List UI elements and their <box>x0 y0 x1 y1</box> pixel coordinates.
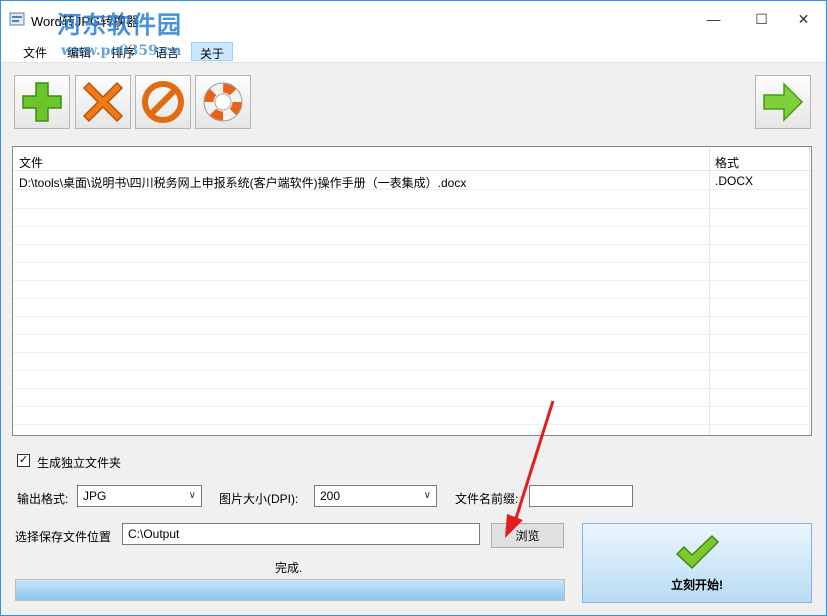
empty-row <box>13 281 811 299</box>
menu-about[interactable]: 关于 <box>191 42 234 61</box>
maximize-icon: ☐ <box>755 10 768 27</box>
table-row[interactable]: D:\tools\桌面\说明书\四川税务网上申报系统(客户端软件)操作手册（一表… <box>13 172 811 190</box>
help-button[interactable] <box>195 75 251 129</box>
prefix-input[interactable] <box>529 485 633 507</box>
save-path-input[interactable]: C:\Output <box>122 523 480 545</box>
empty-row <box>13 191 811 209</box>
app-window: Word转JPG转换器 河东软件园 — ☐ ✕ 文件 编辑 排序 语言 关于 w… <box>0 0 827 616</box>
delete-icon <box>82 81 124 123</box>
title-bar: Word转JPG转换器 河东软件园 — ☐ ✕ <box>1 1 826 39</box>
file-list[interactable]: 文件 格式 D:\tools\桌面\说明书\四川税务网上申报系统(客户端软件)操… <box>12 146 812 436</box>
prefix-label: 文件名前缀: <box>455 492 519 506</box>
chevron-down-icon: ∨ <box>188 490 196 501</box>
start-button[interactable]: 立刻开始! <box>582 523 812 603</box>
output-format-label: 输出格式: <box>17 492 69 506</box>
image-size-value: 200 <box>320 489 341 503</box>
browse-button[interactable]: 浏览 <box>491 523 564 548</box>
column-format[interactable]: 格式 <box>715 154 739 171</box>
empty-row <box>13 245 811 263</box>
empty-row <box>13 209 811 227</box>
empty-row <box>13 335 811 353</box>
watermark-logo: 河东软件园 <box>57 10 182 39</box>
file-list-header: 文件 格式 <box>13 147 811 171</box>
empty-row <box>13 389 811 407</box>
minimize-button[interactable]: — <box>691 1 736 37</box>
delete-file-button[interactable] <box>75 75 131 129</box>
clear-list-button[interactable] <box>135 75 191 129</box>
empty-row <box>13 317 811 335</box>
help-icon <box>203 82 243 122</box>
save-location-label: 选择保存文件位置 <box>15 530 112 544</box>
next-button[interactable] <box>755 75 811 129</box>
clear-icon <box>142 81 184 123</box>
empty-row <box>13 407 811 425</box>
separate-folder-label: 生成独立文件夹 <box>37 456 122 470</box>
maximize-button[interactable]: ☐ <box>739 1 784 37</box>
add-file-button[interactable] <box>14 75 70 129</box>
empty-row <box>13 227 811 245</box>
empty-row <box>13 353 811 371</box>
watermark-url: www.pc0359.cn <box>61 43 182 59</box>
app-icon <box>9 12 25 26</box>
empty-row <box>13 263 811 281</box>
output-format-select[interactable]: JPG ∨ <box>77 485 202 507</box>
close-icon: ✕ <box>797 10 810 27</box>
next-icon <box>763 82 804 122</box>
image-size-label: 图片大小(DPI): <box>219 492 299 506</box>
close-button[interactable]: ✕ <box>781 1 826 37</box>
add-icon <box>22 82 62 122</box>
image-size-select[interactable]: 200 ∨ <box>314 485 437 507</box>
start-label: 立刻开始! <box>671 577 723 592</box>
column-file[interactable]: 文件 <box>19 154 43 171</box>
minimize-icon: — <box>706 11 721 27</box>
separate-folder-checkbox[interactable]: ✓ <box>17 454 30 467</box>
empty-row <box>13 299 811 317</box>
status-text: 完成. <box>275 561 303 575</box>
empty-row <box>13 371 811 389</box>
menu-file[interactable]: 文件 <box>15 42 55 61</box>
output-format-value: JPG <box>83 489 107 503</box>
progress-bar <box>15 579 565 601</box>
row-file-path: D:\tools\桌面\说明书\四川税务网上申报系统(客户端软件)操作手册（一表… <box>19 176 467 190</box>
row-format: .DOCX <box>715 174 754 188</box>
checkmark-icon <box>675 534 720 569</box>
chevron-down-icon: ∨ <box>423 490 431 501</box>
